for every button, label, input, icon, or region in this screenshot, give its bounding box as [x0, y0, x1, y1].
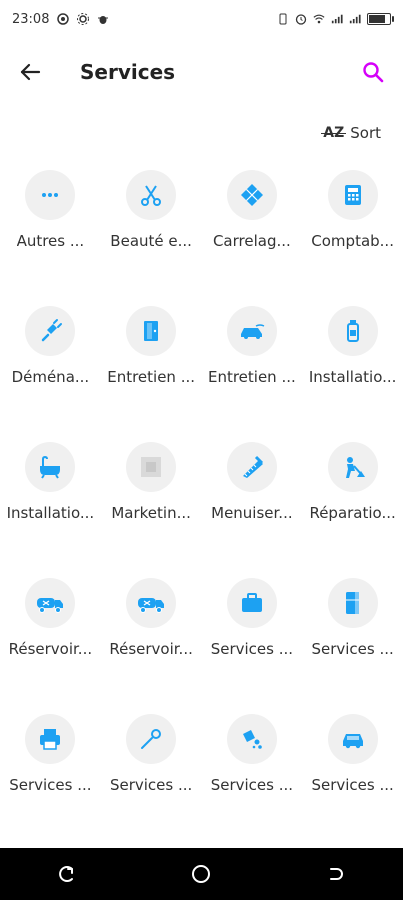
vibrate-icon [277, 13, 289, 25]
sort-label: Sort [350, 124, 381, 142]
service-label: Carrelag... [212, 232, 291, 250]
service-label: Déména... [11, 368, 90, 386]
plug-icon [25, 306, 76, 356]
service-label: Menuiser... [211, 504, 293, 522]
service-label: Réparatio... [309, 504, 396, 522]
service-item[interactable]: Réservoir... [0, 578, 101, 658]
app-bar: Services [0, 48, 403, 96]
service-label: Autres ... [16, 232, 85, 250]
service-item[interactable]: Comptab... [302, 170, 403, 250]
service-item[interactable]: Réparatio... [302, 442, 403, 522]
service-item[interactable]: Services ... [101, 714, 202, 794]
status-bar: 23:08 [0, 0, 403, 38]
construction-worker-icon [327, 442, 378, 492]
service-item[interactable]: Services ... [302, 578, 403, 658]
service-item[interactable]: Entretien ... [202, 306, 303, 386]
printer-icon [25, 714, 76, 764]
home-icon[interactable] [190, 863, 212, 885]
service-item[interactable]: Installatio... [302, 306, 403, 386]
service-label: Services ... [9, 776, 92, 794]
service-item[interactable]: Services ... [202, 578, 303, 658]
sort-az-icon: AZ [321, 125, 347, 141]
page-title: Services [80, 60, 176, 84]
search-icon[interactable] [359, 58, 387, 86]
signal-icon [331, 13, 343, 25]
door-icon [126, 306, 177, 356]
tool-icon [126, 714, 177, 764]
service-label: Installatio... [308, 368, 397, 386]
service-label: Beauté e... [110, 232, 192, 250]
placeholder-image-icon [126, 442, 177, 492]
saw-icon [226, 442, 277, 492]
service-item[interactable]: Déména... [0, 306, 101, 386]
fridge-icon [327, 578, 378, 628]
calculator-icon [327, 170, 378, 220]
services-grid: Autres ... Beauté e... Carrelag... Comptab.… [0, 170, 403, 912]
service-label: Services ... [210, 640, 294, 658]
service-label: Services ... [311, 776, 394, 794]
service-item[interactable]: Entretien ... [101, 306, 202, 386]
signal-icon-2 [349, 13, 361, 25]
tile-icon [226, 170, 277, 220]
service-item[interactable]: Carrelag... [202, 170, 303, 250]
service-item[interactable]: Réservoir... [101, 578, 202, 658]
alarm-icon [295, 13, 307, 25]
bathtub-icon [25, 442, 76, 492]
service-label: Installatio... [6, 504, 95, 522]
status-time: 23:08 [12, 11, 50, 27]
scissors-icon [126, 170, 177, 220]
back-nav-icon[interactable] [325, 863, 347, 885]
service-item[interactable]: Services ... [302, 714, 403, 794]
battery-icon [367, 13, 394, 25]
car-icon [327, 714, 378, 764]
service-item[interactable]: Marketin... [101, 442, 202, 522]
service-item[interactable]: Autres ... [0, 170, 101, 250]
recent-apps-icon[interactable] [56, 863, 78, 885]
service-label: Réservoir... [109, 640, 193, 658]
status-left: 23:08 [12, 12, 109, 27]
service-item[interactable]: Beauté e... [101, 170, 202, 250]
service-item[interactable]: Services ... [0, 714, 101, 794]
sort-button[interactable]: AZ Sort [321, 124, 381, 142]
tanker-truck-icon [126, 578, 177, 628]
service-label: Entretien ... [107, 368, 196, 386]
service-label: Marketin... [111, 504, 191, 522]
car-wash-icon [226, 306, 277, 356]
bottle-icon [327, 306, 378, 356]
service-label: Comptab... [311, 232, 394, 250]
notification-icon [57, 13, 70, 25]
gear-icon [77, 13, 90, 25]
service-label: Réservoir... [8, 640, 93, 658]
paint-splash-icon [226, 714, 277, 764]
navigation-bar [0, 848, 403, 900]
status-right [277, 13, 394, 25]
service-label: Services ... [109, 776, 193, 794]
service-label: Services ... [210, 776, 294, 794]
more-dots-icon [25, 170, 76, 220]
service-label: Entretien ... [207, 368, 296, 386]
service-item[interactable]: Services ... [202, 714, 303, 794]
service-item[interactable]: Menuiser... [202, 442, 303, 522]
bug-icon [97, 13, 109, 25]
service-item[interactable]: Installatio... [0, 442, 101, 522]
back-arrow-icon[interactable] [16, 58, 44, 86]
wifi-icon [313, 13, 325, 25]
service-label: Services ... [311, 640, 394, 658]
tanker-truck-icon [25, 578, 76, 628]
briefcase-icon [226, 578, 277, 628]
